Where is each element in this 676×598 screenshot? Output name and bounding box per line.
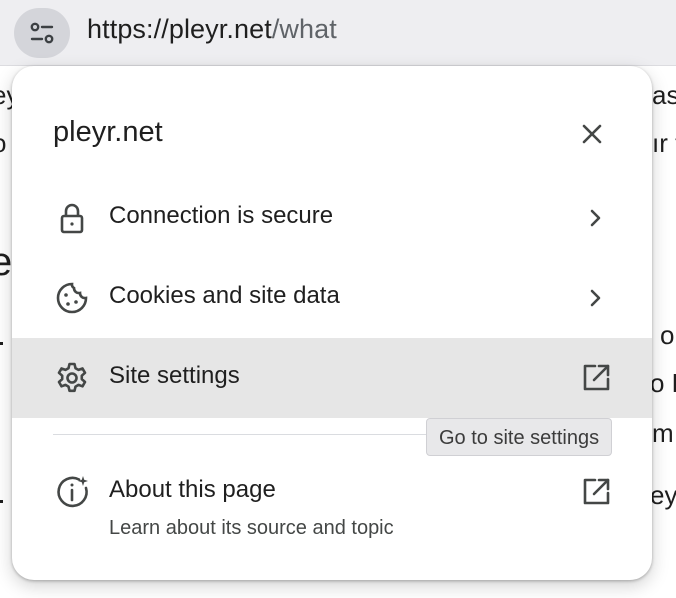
chevron-right-icon: [578, 200, 614, 236]
cookie-icon: [54, 280, 90, 316]
bg-text-right-2: ır t: [652, 128, 676, 158]
about-this-page-sublabel: Learn about its source and topic: [109, 517, 394, 539]
address-bar: https://pleyr.net/what: [0, 0, 676, 66]
site-settings-label: Site settings: [109, 362, 240, 389]
url-field[interactable]: https://pleyr.net/what: [87, 14, 337, 45]
bg-bullet-left-2: [0, 500, 3, 503]
bg-text-right-6: ey: [650, 480, 676, 510]
info-sparkle-icon: [54, 474, 90, 510]
bg-text-right-1: as: [652, 80, 676, 110]
lock-icon: [54, 200, 90, 236]
connection-security-item[interactable]: Connection is secure: [12, 178, 652, 258]
cookies-label: Cookies and site data: [109, 282, 340, 309]
popup-title: pleyr.net: [53, 116, 163, 148]
page-info-popup: pleyr.net Connection is secure Cookies a…: [12, 66, 652, 580]
url-prefix: https://pleyr.net: [87, 14, 272, 44]
site-info-button[interactable]: [14, 8, 70, 58]
chevron-right-icon: [578, 280, 614, 316]
tooltip: Go to site settings: [426, 418, 613, 456]
open-in-new-icon: [578, 360, 614, 396]
bg-text-left-2: o: [0, 128, 6, 159]
bg-text-left-3: e: [0, 240, 13, 284]
site-settings-item[interactable]: Site settings: [12, 338, 652, 418]
tune-icon: [28, 19, 56, 47]
connection-security-label: Connection is secure: [109, 202, 334, 229]
about-this-page-label: About this page: [109, 476, 276, 503]
close-button[interactable]: [574, 116, 610, 152]
bg-bullet-left-1: [0, 342, 3, 345]
url-path: /what: [271, 14, 337, 44]
close-icon: [581, 123, 603, 145]
bg-text-right-5: m: [652, 418, 674, 448]
cookies-item[interactable]: Cookies and site data: [12, 258, 652, 338]
gear-icon: [54, 360, 90, 396]
bg-text-right-4: o F: [650, 368, 676, 398]
open-in-new-icon: [578, 474, 614, 510]
bg-text-right-3: o: [660, 320, 675, 350]
